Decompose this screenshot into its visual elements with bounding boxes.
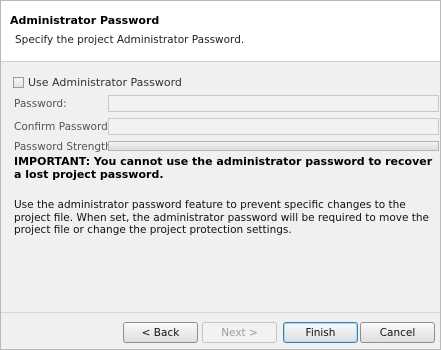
- confirm-password-field[interactable]: [108, 118, 439, 135]
- use-admin-password-checkbox[interactable]: [13, 77, 24, 88]
- finish-button[interactable]: Finish: [283, 322, 358, 343]
- password-strength-meter: [108, 141, 439, 151]
- back-button[interactable]: < Back: [123, 322, 198, 343]
- info-text: Use the administrator password feature t…: [14, 199, 430, 236]
- confirm-password-label: Confirm Password:: [14, 121, 112, 133]
- next-button[interactable]: Next >: [202, 322, 277, 343]
- password-strength-label: Password Strength:: [14, 141, 116, 153]
- use-admin-password-label[interactable]: Use Administrator Password: [28, 76, 182, 89]
- password-label: Password:: [14, 98, 67, 110]
- page-subtitle: Specify the project Administrator Passwo…: [15, 34, 245, 46]
- page-title: Administrator Password: [10, 14, 160, 27]
- wizard-dialog: Administrator Password Specify the proje…: [0, 0, 441, 350]
- cancel-button[interactable]: Cancel: [360, 322, 435, 343]
- button-bar-divider: [1, 312, 440, 313]
- important-notice: IMPORTANT: You cannot use the administra…: [14, 155, 433, 181]
- password-field[interactable]: [108, 95, 439, 112]
- wizard-header: Administrator Password Specify the proje…: [1, 1, 440, 62]
